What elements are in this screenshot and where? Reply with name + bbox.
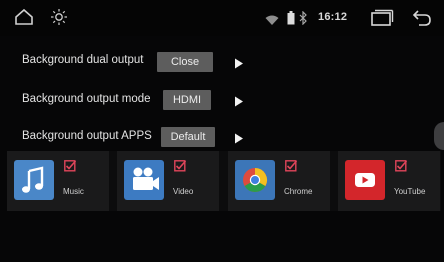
back-icon[interactable] bbox=[412, 9, 432, 27]
music-note-icon bbox=[14, 160, 54, 200]
play-arrow-icon[interactable] bbox=[234, 56, 244, 69]
output-mode-value[interactable]: HDMI bbox=[163, 90, 211, 110]
checkbox-checked-icon[interactable] bbox=[285, 159, 298, 172]
app-tile-chrome[interactable]: Chrome bbox=[228, 151, 330, 211]
app-tile-music[interactable]: Music bbox=[7, 151, 109, 211]
wifi-icon bbox=[265, 13, 279, 25]
battery-icon bbox=[287, 11, 295, 25]
dual-output-label: Background dual output bbox=[22, 54, 144, 66]
dual-output-value[interactable]: Close bbox=[157, 52, 213, 72]
side-drawer-handle[interactable] bbox=[434, 122, 444, 150]
checkbox-checked-icon[interactable] bbox=[395, 159, 408, 172]
brightness-icon[interactable] bbox=[50, 8, 68, 26]
clock: 16:12 bbox=[318, 11, 348, 23]
output-apps-value[interactable]: Default bbox=[161, 127, 215, 147]
app-label: Music bbox=[63, 187, 84, 196]
app-tile-youtube[interactable]: YouTube bbox=[338, 151, 440, 211]
play-arrow-icon[interactable] bbox=[234, 94, 244, 107]
app-label: Video bbox=[173, 187, 194, 196]
app-tile-video[interactable]: Video bbox=[117, 151, 219, 211]
app-label: Chrome bbox=[284, 187, 313, 196]
video-camera-icon bbox=[124, 160, 164, 200]
home-icon[interactable] bbox=[14, 8, 34, 26]
youtube-icon bbox=[345, 160, 385, 200]
checkbox-checked-icon[interactable] bbox=[64, 159, 77, 172]
bluetooth-icon bbox=[299, 10, 308, 26]
chrome-icon bbox=[235, 160, 275, 200]
recent-apps-icon[interactable] bbox=[370, 9, 394, 27]
output-mode-label: Background output mode bbox=[22, 93, 151, 105]
output-apps-label: Background output APPS bbox=[22, 130, 152, 142]
play-arrow-icon[interactable] bbox=[234, 131, 244, 144]
checkbox-checked-icon[interactable] bbox=[174, 159, 187, 172]
app-label: YouTube bbox=[394, 187, 426, 196]
